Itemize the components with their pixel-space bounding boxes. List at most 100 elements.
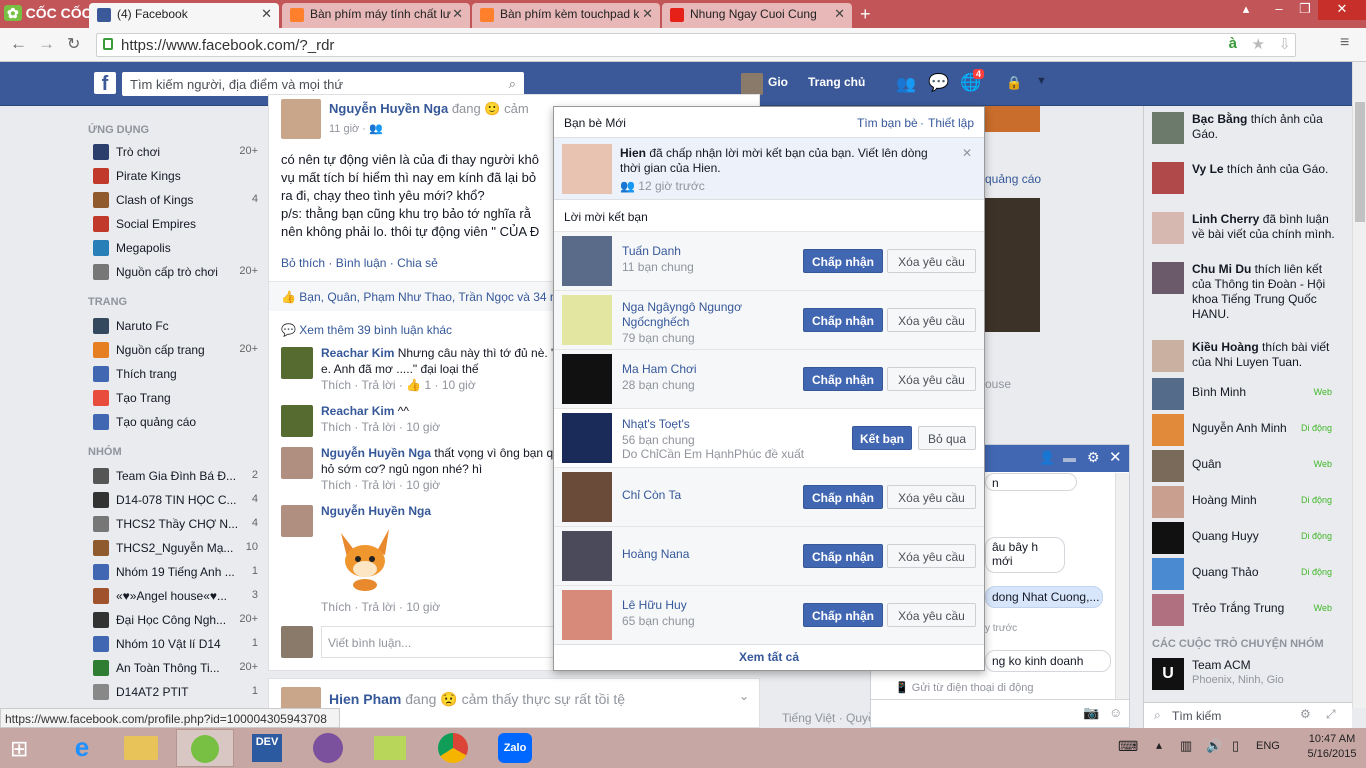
requester-avatar[interactable] bbox=[562, 413, 612, 463]
requester-avatar[interactable] bbox=[562, 590, 612, 640]
accept-button[interactable]: Chấp nhận bbox=[803, 308, 883, 332]
sidebar-item[interactable]: Naruto Fc bbox=[88, 314, 258, 338]
language-links[interactable]: Tiếng Việt · Quyề bbox=[782, 711, 872, 725]
battery-icon[interactable]: ▯ bbox=[1232, 738, 1239, 754]
comment-link[interactable]: Bình luận bbox=[336, 256, 387, 270]
commenter-avatar[interactable] bbox=[281, 347, 313, 379]
post-author-name[interactable]: Nguyễn Huyền Nga bbox=[329, 101, 448, 116]
account-menu-icon[interactable]: ▼ bbox=[1036, 75, 1047, 87]
accept-button[interactable]: Chấp nhận bbox=[803, 544, 883, 568]
commenter-avatar[interactable] bbox=[281, 505, 313, 537]
sidebar-item[interactable]: THCS2_Nguyễn Mạ... 10 bbox=[88, 536, 258, 560]
comment-actions[interactable]: Thích · Trả lời · 10 giờ bbox=[321, 600, 440, 614]
star-icon[interactable]: ★ bbox=[1252, 35, 1265, 53]
requester-avatar[interactable] bbox=[562, 236, 612, 286]
add-friend-chat-icon[interactable]: 👤 bbox=[1039, 450, 1055, 466]
commenter-name[interactable]: Nguyễn Huyền Nga bbox=[321, 504, 431, 518]
delete-request-button[interactable]: Xóa yêu cầu bbox=[887, 485, 976, 509]
commenter-name[interactable]: Nguyễn Huyền Nga bbox=[321, 446, 431, 460]
accept-button[interactable]: Chấp nhận bbox=[803, 249, 883, 273]
video-call-icon[interactable]: ▬ bbox=[1063, 450, 1076, 465]
likes-text[interactable]: Bạn, Quân, Phạm Như Thao, Trần Ngọc và 3… bbox=[299, 290, 556, 304]
sidebar-item[interactable]: Nhóm 10 Vật lí D14 1 bbox=[88, 632, 258, 656]
tab-keyboard-2[interactable]: Bàn phím kèm touchpad k ✕ bbox=[472, 3, 660, 28]
delete-request-button[interactable]: Xóa yêu cầu bbox=[887, 367, 976, 391]
ie-icon[interactable]: e bbox=[64, 732, 100, 764]
messages-icon[interactable]: 💬 bbox=[928, 73, 949, 93]
sidebar-item[interactable]: Social Empires bbox=[88, 212, 258, 236]
forward-icon[interactable]: → bbox=[38, 34, 55, 54]
requester-name[interactable]: Lê Hữu Huy bbox=[622, 598, 792, 613]
close-chat-icon[interactable]: ✕ bbox=[1109, 448, 1122, 466]
mutual-friends[interactable]: 11 bạn chung bbox=[622, 260, 694, 274]
online-friend[interactable]: Hoàng Minh Di động bbox=[1152, 484, 1342, 520]
profile-avatar[interactable] bbox=[741, 73, 763, 95]
close-window-icon[interactable]: ✕ bbox=[1318, 0, 1366, 20]
sidebar-item[interactable]: Clash of Kings 4 bbox=[88, 188, 258, 212]
requester-name[interactable]: Chỉ Còn Ta bbox=[622, 488, 792, 503]
sidebar-item[interactable]: THCS2 Thầy CHỢ N... 4 bbox=[88, 512, 258, 536]
close-tab-icon[interactable]: ✕ bbox=[261, 6, 272, 22]
minimize-icon[interactable]: – bbox=[1266, 0, 1292, 20]
ticker-story[interactable]: Bạc Bằng thích ảnh của Gáo. bbox=[1152, 112, 1342, 144]
requester-name[interactable]: Ma Ham Chơi bbox=[622, 362, 792, 377]
close-tab-icon[interactable]: ✕ bbox=[834, 6, 845, 22]
coccoc-icon[interactable]: à bbox=[1229, 35, 1237, 52]
requester-avatar[interactable] bbox=[562, 472, 612, 522]
sidebar-item[interactable]: Pirate Kings bbox=[88, 164, 258, 188]
post-time[interactable]: 11 giờ · 👥 bbox=[329, 122, 383, 135]
dev-cpp-icon[interactable]: DEV bbox=[252, 734, 282, 762]
accept-button[interactable]: Chấp nhận bbox=[803, 367, 883, 391]
browser-logo[interactable]: ✿ CỐC CỐC bbox=[4, 5, 92, 22]
requester-avatar[interactable] bbox=[562, 354, 612, 404]
file-explorer-icon[interactable] bbox=[124, 736, 158, 760]
keyboard-icon[interactable]: ⌨ bbox=[1118, 738, 1138, 755]
back-icon[interactable]: ← bbox=[10, 34, 27, 54]
close-tab-icon[interactable]: ✕ bbox=[642, 6, 653, 22]
sidebar-item[interactable]: «♥»Angel house«♥... 3 bbox=[88, 584, 258, 608]
chat-scrollbar[interactable] bbox=[1115, 473, 1129, 699]
emoji-icon[interactable]: ☺ bbox=[1109, 705, 1122, 720]
sponsored-label[interactable]: quảng cáo bbox=[985, 172, 1041, 186]
mutual-friends[interactable]: 28 bạn chung bbox=[622, 378, 695, 392]
mutual-friends[interactable]: 56 bạn chung bbox=[622, 433, 695, 447]
privacy-shortcuts-icon[interactable]: 🔒 bbox=[1006, 75, 1022, 91]
commenter-name[interactable]: Reachar Kim bbox=[321, 404, 394, 418]
sidebar-item[interactable]: Megapolis bbox=[88, 236, 258, 260]
commenter-avatar[interactable] bbox=[281, 405, 313, 437]
network-icon[interactable]: ▥ bbox=[1180, 738, 1192, 754]
chat-options-gear-icon[interactable]: ⚙ bbox=[1300, 707, 1311, 721]
chrome-icon[interactable] bbox=[438, 733, 468, 763]
ticker-story[interactable]: Kiều Hoàng thích bài viết của Nhi Luyen … bbox=[1152, 340, 1342, 372]
more-comments-link[interactable]: 💬 Xem thêm 39 bình luận khác bbox=[281, 323, 452, 337]
ticker-story[interactable]: Linh Cherry đã bình luận về bài viết của… bbox=[1152, 212, 1342, 244]
delete-request-button[interactable]: Xóa yêu cầu bbox=[887, 308, 976, 332]
comment-actions[interactable]: Thích · Trả lời · 10 giờ bbox=[321, 420, 440, 434]
sidebar-item[interactable]: Trò chơi 20+ bbox=[88, 140, 258, 164]
tab-facebook[interactable]: (4) Facebook ✕ bbox=[89, 3, 279, 28]
online-friend[interactable]: Quân Web bbox=[1152, 448, 1342, 484]
url-input[interactable]: https://www.facebook.com/?_rdr à ★ ⇩ bbox=[96, 33, 1296, 57]
online-friend[interactable]: Nguyễn Anh Minh Di động bbox=[1152, 412, 1342, 448]
sidebar-item[interactable]: Nguồn cấp trò chơi 20+ bbox=[88, 260, 258, 284]
viber-icon[interactable] bbox=[313, 733, 343, 763]
close-tab-icon[interactable]: ✕ bbox=[452, 6, 463, 22]
page-scroll-thumb[interactable] bbox=[1355, 102, 1365, 222]
sidebar-item[interactable]: Team Gia Đình Bá Đ... 2 bbox=[88, 464, 258, 488]
chat-settings-icon[interactable]: ⚙ bbox=[1087, 449, 1100, 466]
sidebar-item[interactable]: D14-078 TIN HỌC C... 4 bbox=[88, 488, 258, 512]
see-all-link[interactable]: Xem tất cả bbox=[554, 644, 984, 670]
accept-button[interactable]: Chấp nhận bbox=[803, 485, 883, 509]
settings-menu-icon[interactable]: ≡ bbox=[1340, 34, 1349, 52]
accept-button[interactable]: Chấp nhận bbox=[803, 603, 883, 627]
sponsored-image[interactable] bbox=[985, 106, 1040, 132]
post-author-name[interactable]: Hien Pham bbox=[329, 691, 401, 707]
dismiss-notice-icon[interactable]: ✕ bbox=[962, 146, 972, 160]
coccoc-taskbar-icon[interactable] bbox=[176, 729, 234, 767]
comment-actions[interactable]: Thích · Trả lời · 10 giờ bbox=[321, 478, 440, 492]
commenter-name[interactable]: Reachar Kim bbox=[321, 346, 394, 360]
requester-name[interactable]: Nhạt's Toẹt's bbox=[622, 417, 792, 432]
facebook-logo-icon[interactable]: f bbox=[94, 72, 116, 95]
sponsored-photo[interactable] bbox=[985, 198, 1040, 332]
facebook-search-input[interactable]: Tìm kiếm người, địa điểm và mọi thứ ⌕ bbox=[122, 72, 524, 96]
